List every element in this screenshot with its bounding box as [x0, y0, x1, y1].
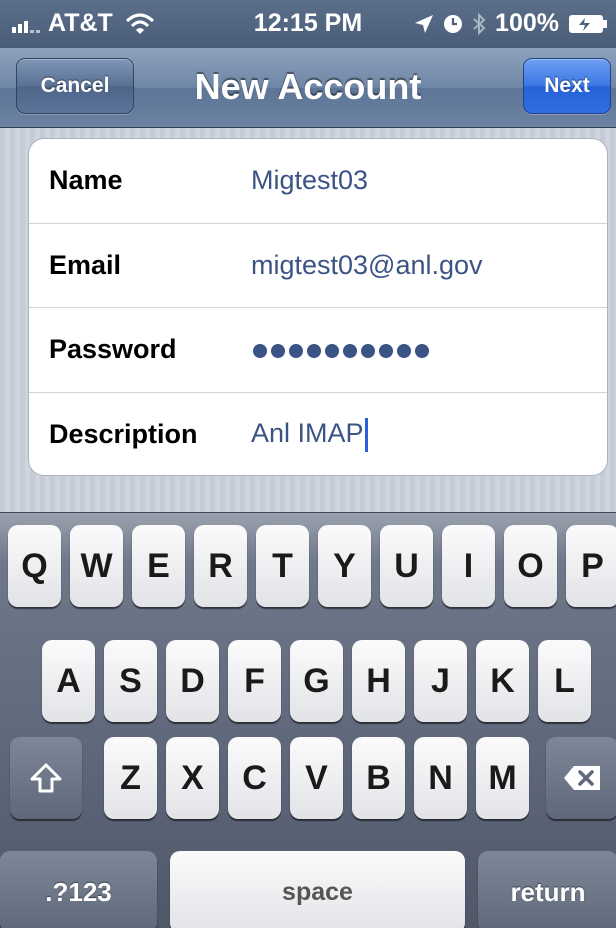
password-dot — [397, 344, 411, 358]
password-dot — [415, 344, 429, 358]
key-o[interactable]: O — [504, 525, 557, 607]
key-x[interactable]: X — [166, 737, 219, 819]
key-y[interactable]: Y — [318, 525, 371, 607]
email-label: Email — [49, 249, 122, 280]
password-field[interactable] — [253, 344, 429, 358]
status-left: AT&T — [12, 9, 155, 38]
password-dot — [271, 344, 285, 358]
delete-icon — [564, 766, 600, 790]
bluetooth-icon — [473, 12, 486, 35]
battery-percent: 100% — [495, 9, 559, 37]
carrier-label: AT&T — [48, 9, 113, 37]
delete-key[interactable] — [546, 737, 616, 819]
form-area: Name Migtest03 Email migtest03@anl.gov P… — [0, 128, 616, 512]
next-button[interactable]: Next — [523, 58, 611, 114]
password-dot — [379, 344, 393, 358]
key-l[interactable]: L — [538, 640, 591, 722]
alarm-icon — [444, 14, 463, 33]
location-icon — [415, 14, 434, 33]
account-form: Name Migtest03 Email migtest03@anl.gov P… — [28, 138, 608, 476]
navigation-bar: Cancel New Account Next — [0, 48, 616, 128]
name-label: Name — [49, 165, 123, 196]
password-dot — [289, 344, 303, 358]
key-b[interactable]: B — [352, 737, 405, 819]
space-key[interactable]: space — [170, 851, 465, 928]
battery-icon — [569, 14, 607, 33]
name-row[interactable]: Name Migtest03 — [29, 139, 607, 224]
key-t[interactable]: T — [256, 525, 309, 607]
key-i[interactable]: I — [442, 525, 495, 607]
key-f[interactable]: F — [228, 640, 281, 722]
email-field[interactable]: migtest03@anl.gov — [251, 250, 483, 281]
description-label: Description — [49, 419, 198, 450]
signal-icon — [12, 15, 40, 33]
key-r[interactable]: R — [194, 525, 247, 607]
email-row[interactable]: Email migtest03@anl.gov — [29, 224, 607, 308]
key-h[interactable]: H — [352, 640, 405, 722]
password-dot — [325, 344, 339, 358]
description-value: Anl IMAP — [251, 417, 364, 448]
password-row[interactable]: Password — [29, 308, 607, 393]
key-a[interactable]: A — [42, 640, 95, 722]
key-u[interactable]: U — [380, 525, 433, 607]
numbers-key[interactable]: .?123 — [0, 851, 157, 928]
keyboard: .?123 space return QWERTYUIOP ASDFGHJKL ZX… — [0, 512, 616, 928]
password-dot — [361, 344, 375, 358]
key-z[interactable]: Z — [104, 737, 157, 819]
password-dot — [343, 344, 357, 358]
key-d[interactable]: D — [166, 640, 219, 722]
key-n[interactable]: N — [414, 737, 467, 819]
key-q[interactable]: Q — [8, 525, 61, 607]
key-p[interactable]: P — [566, 525, 616, 607]
password-dot — [307, 344, 321, 358]
description-field[interactable]: Anl IMAP — [251, 417, 368, 452]
key-c[interactable]: C — [228, 737, 281, 819]
shift-key[interactable] — [10, 737, 82, 819]
password-label: Password — [49, 334, 177, 365]
key-e[interactable]: E — [132, 525, 185, 607]
text-cursor — [364, 417, 368, 452]
status-right: 100% — [414, 9, 608, 38]
key-m[interactable]: M — [476, 737, 529, 819]
key-g[interactable]: G — [290, 640, 343, 722]
key-v[interactable]: V — [290, 737, 343, 819]
return-key[interactable]: return — [478, 851, 616, 928]
password-dot — [253, 344, 267, 358]
status-bar: AT&T 12:15 PM 100% — [0, 0, 616, 48]
key-s[interactable]: S — [104, 640, 157, 722]
shift-icon — [30, 763, 62, 793]
key-j[interactable]: J — [414, 640, 467, 722]
description-row[interactable]: Description Anl IMAP — [29, 393, 607, 476]
wifi-icon — [125, 13, 154, 34]
key-k[interactable]: K — [476, 640, 529, 722]
name-field[interactable]: Migtest03 — [251, 165, 368, 196]
key-w[interactable]: W — [70, 525, 123, 607]
